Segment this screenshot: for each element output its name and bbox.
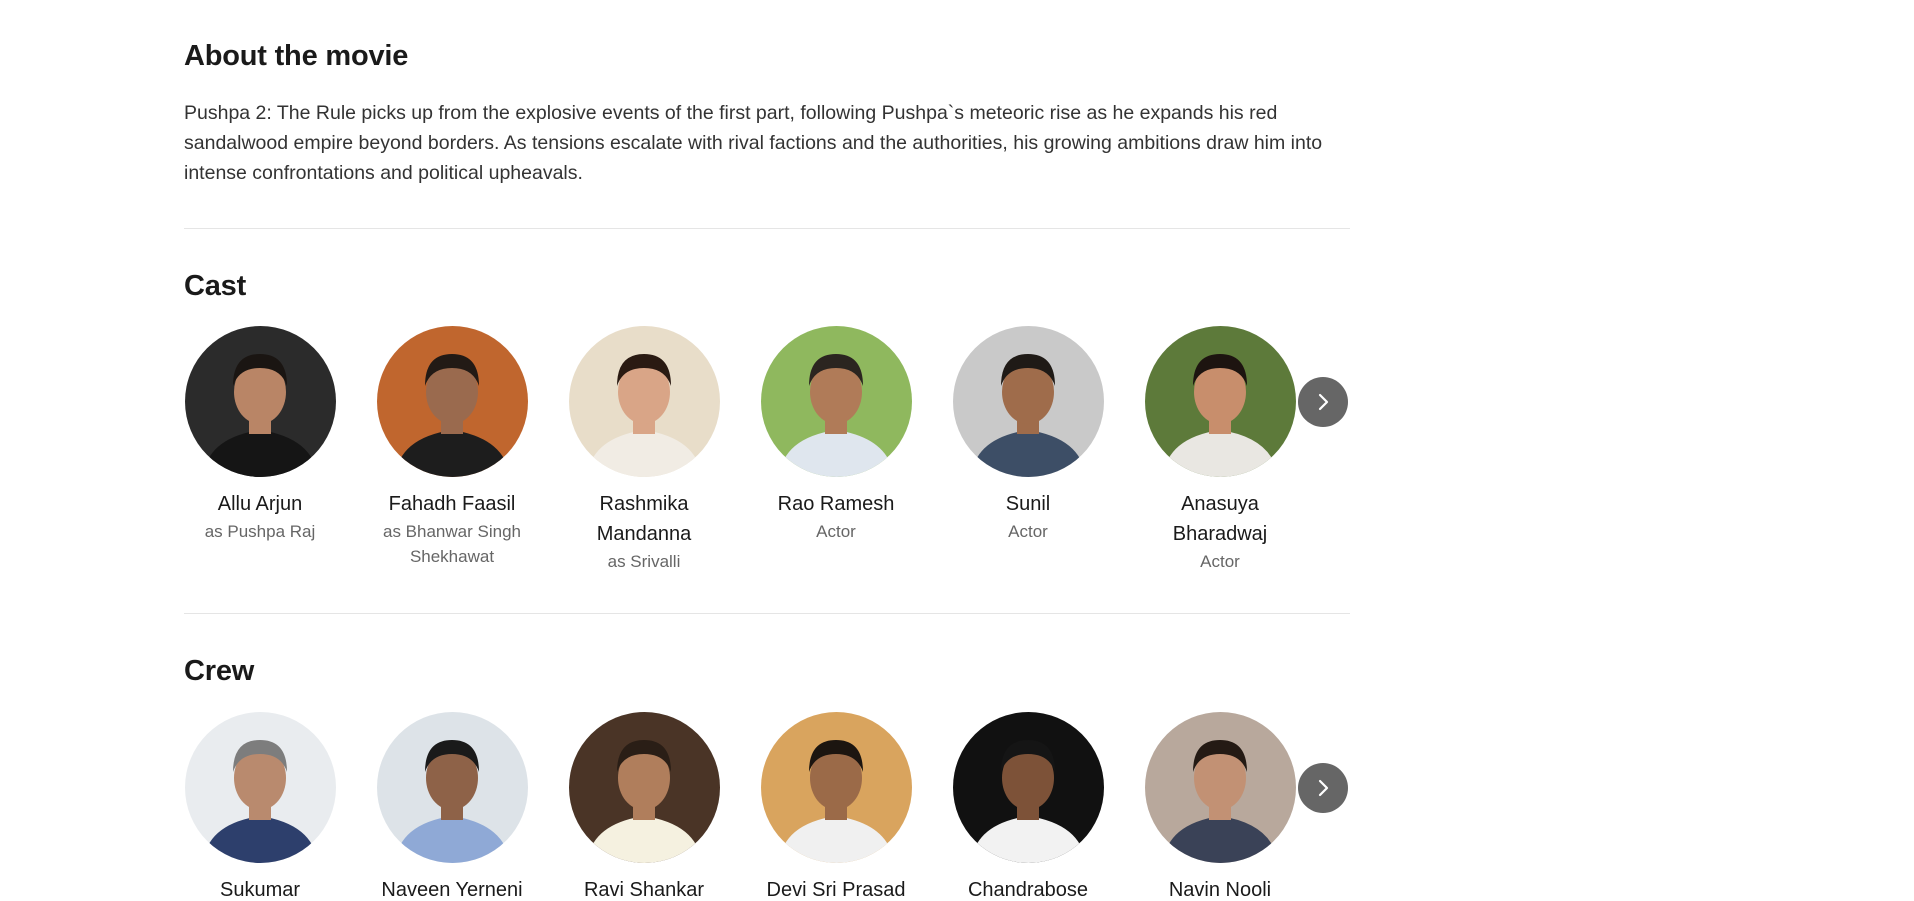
avatar[interactable] <box>760 326 912 477</box>
about-title: About the movie <box>184 40 409 72</box>
cast-member[interactable]: Allu Arjun as Pushpa Raj <box>180 326 340 544</box>
cast-next-button[interactable] <box>1298 377 1348 427</box>
avatar[interactable] <box>376 326 528 477</box>
avatar[interactable] <box>1144 326 1296 477</box>
about-description: Pushpa 2: The Rule picks up from the exp… <box>184 102 1323 184</box>
avatar[interactable] <box>952 326 1104 477</box>
avatar[interactable] <box>184 326 336 477</box>
crew-member-name[interactable]: Naveen Yerneni <box>372 875 532 901</box>
chevron-right-icon <box>1318 393 1329 411</box>
crew-member[interactable]: Naveen Yerneni <box>372 712 532 901</box>
avatar[interactable] <box>760 712 912 863</box>
avatar[interactable] <box>568 712 720 863</box>
cast-member[interactable]: Anasuya Bharadwaj Actor <box>1140 326 1300 574</box>
cast-member[interactable]: Fahadh Faasil as Bhanwar Singh Shekhawat <box>372 326 532 569</box>
avatar[interactable] <box>568 326 720 477</box>
chevron-right-icon <box>1318 779 1329 797</box>
crew-member-name[interactable]: Sukumar <box>180 875 340 901</box>
cast-member-role: as Pushpa Raj <box>204 522 316 541</box>
crew-member[interactable]: Chandrabose <box>948 712 1108 901</box>
crew-member[interactable]: Ravi Shankar <box>564 712 724 901</box>
crew-title: Crew <box>184 655 255 687</box>
cast-member-name[interactable]: Rashmika Mandanna <box>564 489 724 549</box>
page: About the movie Pushpa 2: The Rule picks… <box>0 0 1914 901</box>
cast-member[interactable]: Sunil Actor <box>948 326 1108 544</box>
avatar[interactable] <box>184 712 336 863</box>
crew-member[interactable]: Devi Sri Prasad <box>756 712 916 901</box>
cast-member-name[interactable]: Fahadh Faasil <box>372 489 532 519</box>
crew-member-name[interactable]: Navin Nooli <box>1140 875 1300 901</box>
crew-member[interactable]: Navin Nooli <box>1140 712 1300 901</box>
cast-member-role: Actor <box>1008 522 1048 541</box>
avatar[interactable] <box>376 712 528 863</box>
cast-member-name[interactable]: Sunil <box>948 489 1108 519</box>
crew-member[interactable]: Sukumar <box>180 712 340 901</box>
cast-carousel: Allu Arjun as Pushpa Raj Fahadh Faasil as B… <box>184 326 1350 571</box>
cast-member[interactable]: Rao Ramesh Actor <box>756 326 916 544</box>
cast-member-role: as Bhanwar Singh Shekhawat <box>383 522 521 566</box>
crew-next-button[interactable] <box>1298 763 1348 813</box>
crew-carousel: Sukumar Naveen Yerneni Ravi Shankar Devi Sr… <box>184 712 1350 901</box>
crew-member-name[interactable]: Ravi Shankar <box>564 875 724 901</box>
cast-member-role: Actor <box>816 522 856 541</box>
cast-member-name[interactable]: Allu Arjun <box>180 489 340 519</box>
crew-member-name[interactable]: Devi Sri Prasad <box>756 875 916 901</box>
avatar[interactable] <box>952 712 1104 863</box>
section-divider <box>184 613 1350 614</box>
section-divider <box>184 228 1350 229</box>
cast-member-role: as Srivalli <box>607 552 681 571</box>
cast-member-name[interactable]: Anasuya Bharadwaj <box>1140 489 1300 549</box>
cast-member-role: Actor <box>1200 552 1240 571</box>
cast-member-name[interactable]: Rao Ramesh <box>756 489 916 519</box>
crew-member-name[interactable]: Chandrabose <box>948 875 1108 901</box>
avatar[interactable] <box>1144 712 1296 863</box>
cast-title: Cast <box>184 270 247 302</box>
cast-member[interactable]: Rashmika Mandanna as Srivalli <box>564 326 724 574</box>
